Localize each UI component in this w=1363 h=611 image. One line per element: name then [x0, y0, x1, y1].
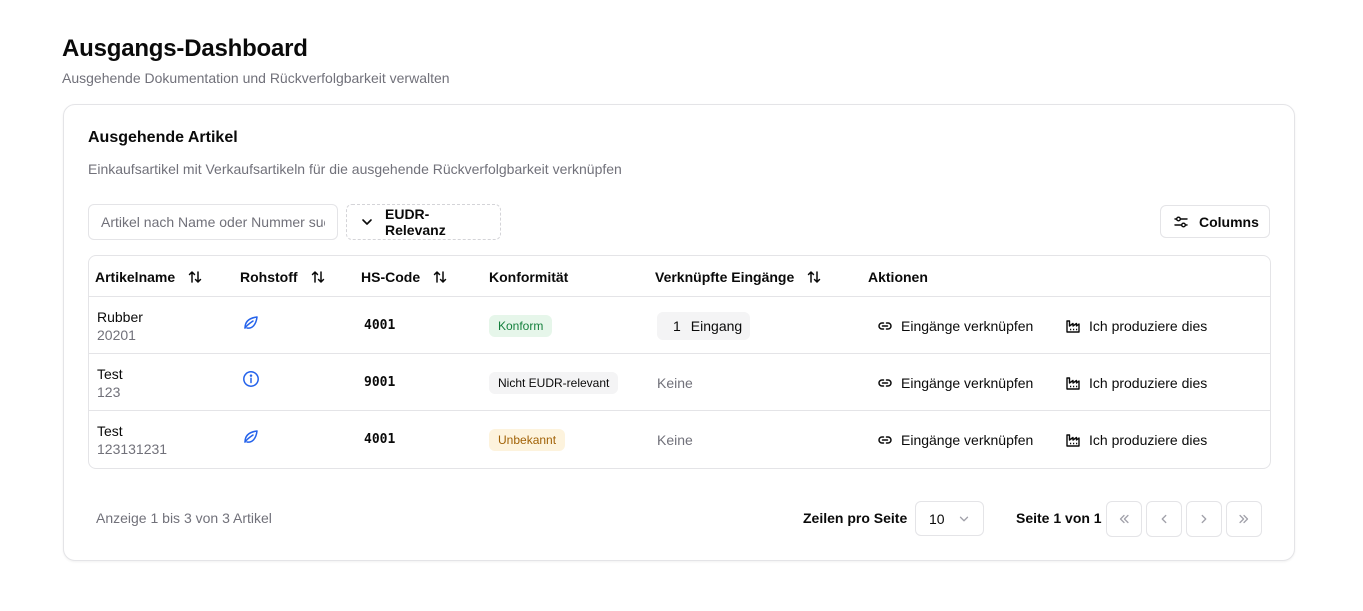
- sliders-icon: [1173, 214, 1189, 230]
- eudr-filter-button[interactable]: EUDR-Relevanz: [346, 204, 501, 240]
- search-input[interactable]: [88, 204, 338, 240]
- factory-icon: [1065, 432, 1081, 448]
- page-indicator: Seite 1 von 1: [1016, 510, 1102, 526]
- chevrons-right-icon: [1237, 512, 1251, 526]
- article-name-cell: Test 123: [97, 354, 123, 411]
- next-page-button[interactable]: [1186, 501, 1222, 537]
- column-header-verknuepfte-eingaenge[interactable]: Verknüpfte Eingänge: [655, 256, 822, 297]
- link-receipts-button[interactable]: Eingänge verknüpfen: [877, 432, 1033, 448]
- rows-per-page-select[interactable]: 10: [915, 501, 984, 536]
- article-number: 123131231: [97, 440, 168, 457]
- linked-receipts-pill[interactable]: 1 Eingang: [657, 311, 751, 340]
- previous-page-button[interactable]: [1146, 501, 1182, 537]
- hs-code: 4001: [364, 432, 396, 447]
- link-icon: [877, 432, 893, 448]
- article-name: Test: [97, 422, 123, 439]
- linked-count: 1: [673, 317, 681, 334]
- table-row: Test 123131231 4001 Unbekannt Keine Eing…: [89, 411, 1270, 468]
- hs-code: 4001: [364, 318, 396, 333]
- filter-label: EUDR-Relevanz: [385, 206, 446, 238]
- card-description: Einkaufsartikel mit Verkaufsartikeln für…: [88, 161, 622, 177]
- sort-icon: [432, 269, 448, 285]
- columns-label: Columns: [1199, 213, 1259, 230]
- sort-icon: [187, 269, 203, 285]
- first-page-button[interactable]: [1106, 501, 1142, 537]
- linked-receipts-none: Keine: [657, 431, 693, 448]
- pagination-info: Anzeige 1 bis 3 von 3 Artikel: [96, 510, 272, 526]
- i-produce-this-button[interactable]: Ich produziere dies: [1065, 432, 1207, 448]
- status-badge: Nicht EUDR-relevant: [489, 371, 619, 394]
- status-badge: Unbekannt: [489, 428, 566, 451]
- chevron-right-icon: [1197, 512, 1211, 526]
- status-badge: Konform: [489, 314, 553, 337]
- column-header-hs-code[interactable]: HS-Code: [361, 256, 448, 297]
- articles-table: Artikelname Rohstoff HS-Code Konformität: [88, 255, 1271, 469]
- article-number: 123: [97, 383, 121, 400]
- table-header: Artikelname Rohstoff HS-Code Konformität: [89, 256, 1270, 297]
- article-name-cell: Test 123131231: [97, 411, 167, 468]
- article-number: 20201: [97, 326, 136, 343]
- rows-per-page-value: 10: [929, 510, 945, 527]
- chevrons-left-icon: [1117, 512, 1131, 526]
- sort-icon: [310, 269, 326, 285]
- info-icon: [242, 350, 260, 407]
- chevron-down-icon: [359, 214, 375, 230]
- link-icon: [877, 318, 893, 334]
- factory-icon: [1065, 318, 1081, 334]
- table-row: Test 123 9001 Nicht EUDR-relevant Keine …: [89, 354, 1270, 411]
- columns-button[interactable]: Columns: [1160, 205, 1270, 238]
- outgoing-articles-card: Ausgehende Artikel Einkaufsartikel mit V…: [63, 104, 1295, 561]
- leaf-icon: [242, 293, 260, 350]
- last-page-button[interactable]: [1226, 501, 1262, 537]
- sort-icon: [806, 269, 822, 285]
- column-header-artikelname[interactable]: Artikelname: [95, 256, 203, 297]
- link-receipts-button[interactable]: Eingänge verknüpfen: [877, 375, 1033, 391]
- i-produce-this-button[interactable]: Ich produziere dies: [1065, 375, 1207, 391]
- card-title: Ausgehende Artikel: [88, 129, 238, 146]
- linked-label: Eingang: [690, 317, 743, 334]
- page-subtitle: Ausgehende Dokumentation und Rückverfolg…: [62, 70, 450, 86]
- hs-code: 9001: [364, 375, 396, 390]
- article-name: Rubber: [97, 308, 143, 325]
- article-name-cell: Rubber 20201: [97, 297, 143, 354]
- leaf-icon: [242, 407, 260, 464]
- article-name: Test: [97, 365, 123, 382]
- page-title: Ausgangs-Dashboard: [62, 35, 308, 62]
- table-row: Rubber 20201 4001 Konform 1 Eingang Eing…: [89, 297, 1270, 354]
- rows-per-page-label: Zeilen pro Seite: [803, 510, 908, 526]
- chevron-left-icon: [1157, 512, 1171, 526]
- column-header-aktionen: Aktionen: [868, 268, 928, 285]
- link-icon: [877, 375, 893, 391]
- column-header-konformitaet: Konformität: [489, 268, 569, 285]
- factory-icon: [1065, 375, 1081, 391]
- linked-receipts-none: Keine: [657, 374, 693, 391]
- i-produce-this-button[interactable]: Ich produziere dies: [1065, 318, 1207, 334]
- column-header-rohstoff[interactable]: Rohstoff: [240, 256, 326, 297]
- chevron-down-icon: [957, 512, 971, 526]
- link-receipts-button[interactable]: Eingänge verknüpfen: [877, 318, 1033, 334]
